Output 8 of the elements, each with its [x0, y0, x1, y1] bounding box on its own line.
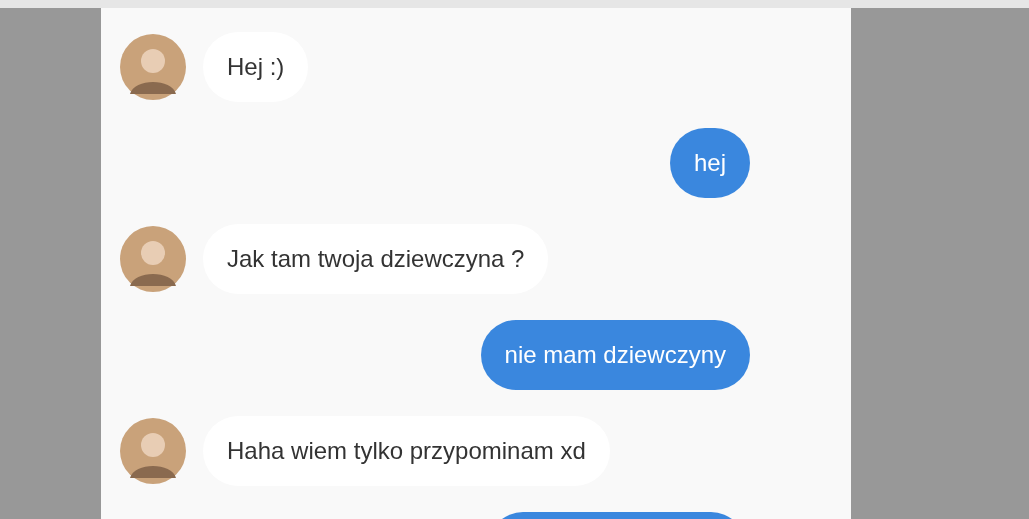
- avatar-icon: [120, 226, 186, 292]
- sent-message: nie mam dziewczyny: [480, 320, 750, 390]
- received-message: Haha wiem tylko przypominam xd: [203, 416, 610, 486]
- received-message: Hej :): [203, 32, 309, 102]
- sent-message: hej: [669, 128, 750, 198]
- received-message: Jak tam twoja dziewczyna ?: [203, 224, 549, 294]
- avatar-icon: [120, 34, 186, 100]
- avatar-icon: [120, 418, 186, 484]
